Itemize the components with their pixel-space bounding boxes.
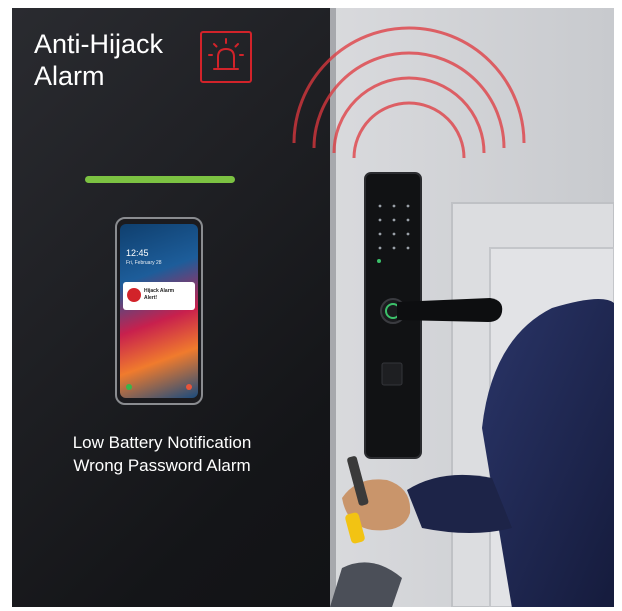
status-bar bbox=[85, 176, 235, 183]
camera-icon bbox=[186, 384, 192, 390]
siren-icon bbox=[200, 31, 252, 83]
feature-title: Anti-Hijack Alarm bbox=[34, 28, 163, 92]
phone-date: Fri, February 28 bbox=[126, 260, 162, 266]
hijack-notification: Hijack Alarm Alert! bbox=[123, 282, 195, 310]
phone-call-icon bbox=[126, 384, 132, 390]
caption-line-1: Low Battery Notification bbox=[72, 433, 252, 452]
notification-line-2: Alert! bbox=[144, 295, 158, 301]
phone-mockup: 12:45 Fri, February 28 Hijack Alarm Aler… bbox=[115, 217, 203, 405]
door-scene bbox=[12, 8, 614, 607]
feature-caption: Low Battery Notification Wrong Password … bbox=[12, 431, 312, 477]
notification-line-1: Hijack Alarm bbox=[144, 288, 175, 294]
notification-text: Hijack Alarm Alert! bbox=[144, 288, 194, 302]
phone-screen: 12:45 Fri, February 28 Hijack Alarm Aler… bbox=[120, 224, 198, 398]
title-line-2: Alarm bbox=[34, 61, 105, 91]
title-line-1: Anti-Hijack bbox=[34, 29, 164, 59]
product-banner: Anti-Hijack Alarm 12:45 Fri, February 28 bbox=[12, 8, 614, 607]
alert-icon bbox=[127, 288, 141, 302]
phone-clock: 12:45 bbox=[126, 248, 149, 258]
caption-line-2: Wrong Password Alarm bbox=[73, 456, 251, 475]
